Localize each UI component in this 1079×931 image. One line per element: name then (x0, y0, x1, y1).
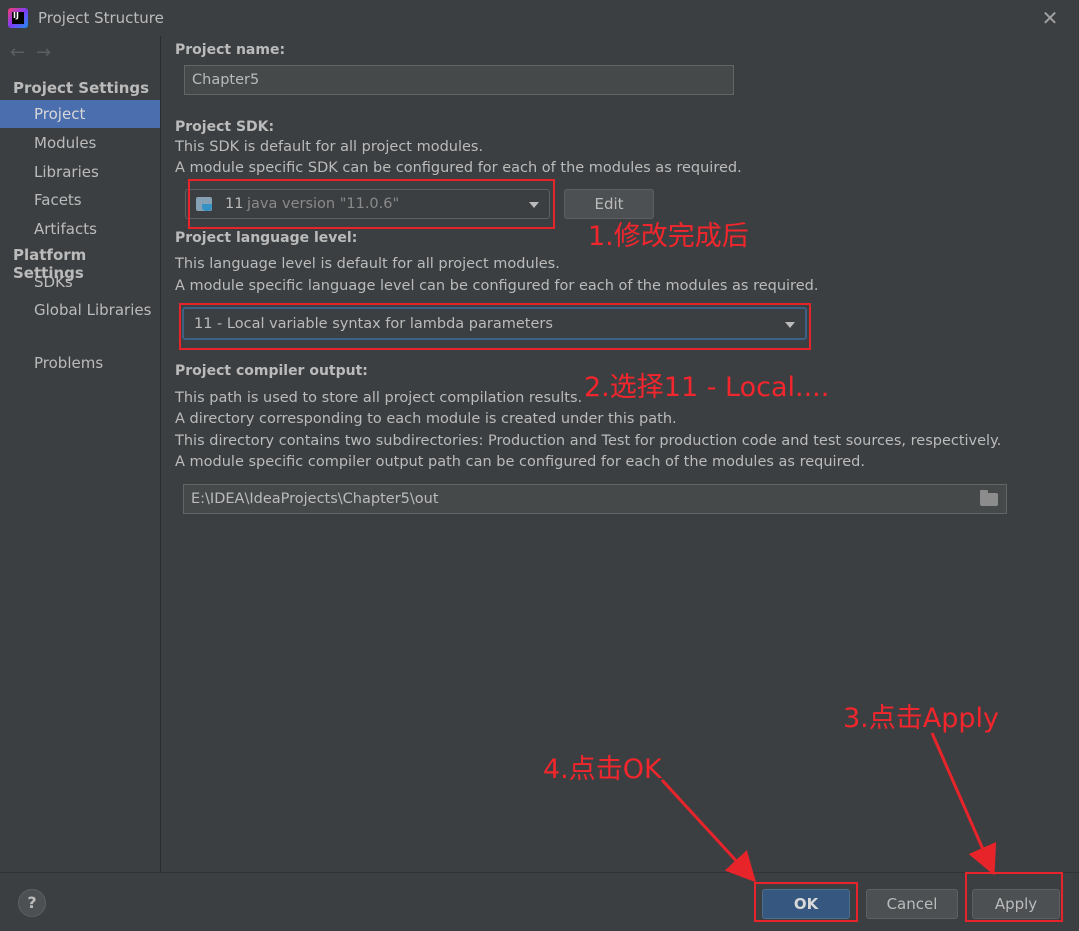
output-description-2: A directory corresponding to each module… (175, 411, 677, 427)
close-icon[interactable]: ✕ (1038, 6, 1062, 30)
sidebar: ← → Project Settings Project Modules Libr… (0, 36, 161, 872)
browse-folder-icon[interactable] (980, 490, 998, 506)
sdk-description-2: A module specific SDK can be configured … (175, 160, 742, 176)
project-settings-header: Project Settings (13, 79, 150, 97)
sidebar-item-artifacts[interactable]: Artifacts (0, 215, 160, 243)
nav-arrows: ← → (10, 42, 62, 64)
language-description-1: This language level is default for all p… (175, 256, 560, 272)
language-description-2: A module specific language level can be … (175, 278, 819, 294)
language-level-label: Project language level: (175, 230, 358, 246)
annotation-step-2: 2.选择11 - Local.... (584, 372, 830, 403)
cancel-button[interactable]: Cancel (866, 889, 958, 919)
title-bar: IJ Project Structure ✕ (0, 0, 1079, 36)
project-sdk-label: Project SDK: (175, 119, 275, 135)
dialog-footer: ? OK Cancel Apply (0, 872, 1079, 931)
annotation-step-3: 3.点击Apply (843, 703, 999, 734)
annotation-box-ok (754, 882, 858, 922)
annotation-box-apply (965, 872, 1063, 922)
compiler-output-label: Project compiler output: (175, 363, 368, 379)
output-description-3: This directory contains two subdirectori… (175, 433, 1002, 449)
compiler-output-path-input[interactable]: E:\IDEA\IdeaProjects\Chapter5\out (183, 484, 1007, 514)
sidebar-item-modules[interactable]: Modules (0, 129, 160, 157)
sidebar-item-facets[interactable]: Facets (0, 186, 160, 214)
project-name-label: Project name: (175, 42, 286, 58)
project-name-input[interactable]: Chapter5 (184, 65, 734, 95)
sidebar-item-libraries[interactable]: Libraries (0, 158, 160, 186)
sdk-description-1: This SDK is default for all project modu… (175, 139, 484, 155)
output-description-1: This path is used to store all project c… (175, 390, 583, 406)
annotation-box-language-level (179, 303, 811, 350)
sidebar-item-global-libraries[interactable]: Global Libraries (0, 296, 160, 324)
sidebar-item-sdks[interactable]: SDKs (0, 268, 160, 296)
sidebar-item-project[interactable]: Project (0, 100, 160, 128)
annotation-step-1: 1.修改完成后 (588, 221, 749, 252)
annotation-step-4: 4.点击OK (543, 754, 662, 785)
sidebar-item-problems[interactable]: Problems (0, 349, 160, 377)
annotation-box-sdk (188, 179, 555, 229)
compiler-output-path: E:\IDEA\IdeaProjects\Chapter5\out (191, 491, 439, 507)
back-arrow-icon[interactable]: ← (10, 42, 30, 63)
window-title: Project Structure (38, 9, 164, 27)
output-description-4: A module specific compiler output path c… (175, 454, 865, 470)
intellij-logo-icon: IJ (8, 8, 28, 28)
forward-arrow-icon[interactable]: → (36, 42, 56, 63)
help-button[interactable]: ? (18, 889, 46, 917)
